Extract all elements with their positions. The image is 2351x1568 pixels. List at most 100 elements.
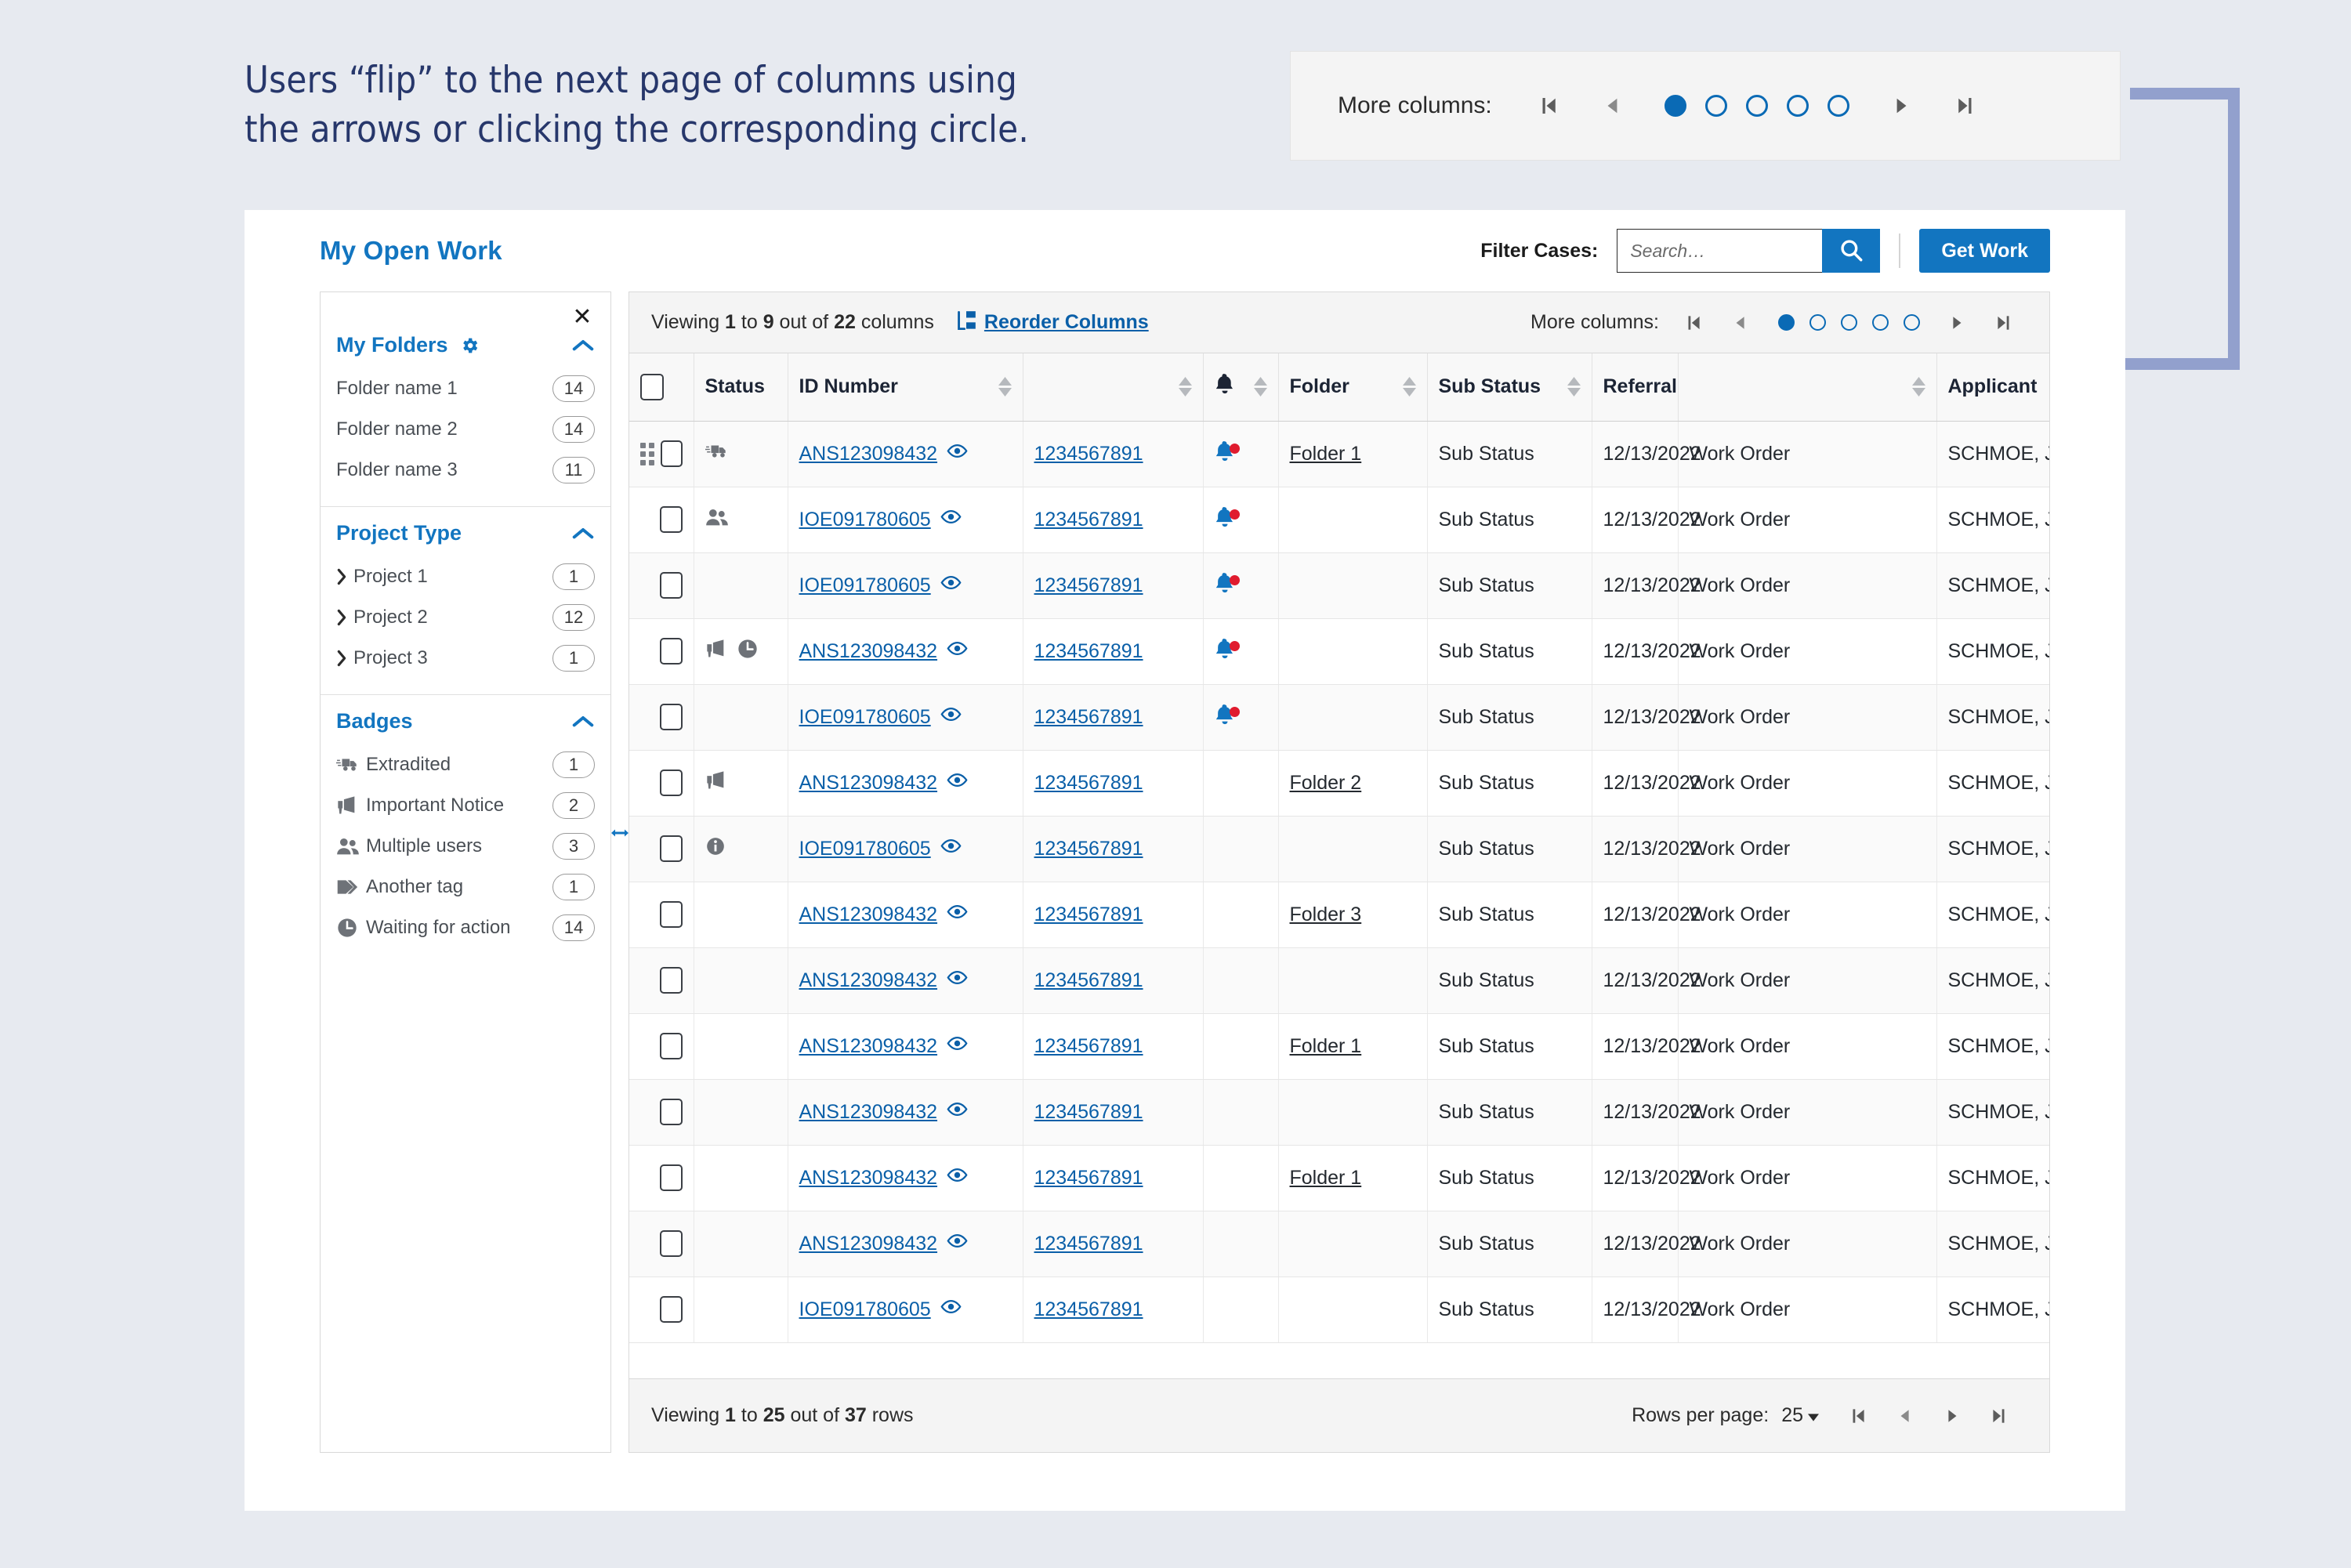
horizontal-resize-icon[interactable] [611,824,629,842]
column-header-id-number[interactable]: ID Number [788,353,1023,422]
column-header-sub-status[interactable]: Sub Status [1427,353,1592,422]
eye-icon[interactable] [947,1033,968,1059]
table-first-page-icon[interactable] [1676,306,1711,340]
sidebar-section-header-my-folders[interactable]: My Folders [336,292,595,368]
sort-icon[interactable] [998,377,1012,397]
eye-icon[interactable] [947,1099,968,1125]
chevron-up-icon[interactable] [571,526,595,541]
rows-prev-page-icon[interactable] [1886,1397,1924,1435]
sidebar-section-header-project-type[interactable]: Project Type [336,507,595,556]
rows-per-page-select[interactable]: 25 [1781,1404,1819,1427]
row-checkbox[interactable] [659,901,683,928]
eye-icon[interactable] [947,440,968,467]
close-icon[interactable]: ✕ [567,302,598,333]
table-row[interactable]: ANS123098432 1234567891 Folder 1 Sub Status… [629,1145,2049,1211]
eye-icon[interactable] [940,704,962,730]
table-row[interactable]: IOE091780605 1234567891 Sub Status 12/13/20… [629,487,2049,553]
table-row[interactable]: IOE091780605 1234567891 Sub Status 12/13/20… [629,816,2049,882]
eye-icon[interactable] [947,1230,968,1257]
case-id-link[interactable]: ANS123098432 [799,772,938,795]
get-work-button[interactable]: Get Work [1919,229,2050,273]
table-last-page-icon[interactable] [1987,306,2021,340]
row-checkbox[interactable] [659,1033,683,1059]
chevron-up-icon[interactable] [571,714,595,730]
eye-icon[interactable] [947,1164,968,1191]
case-id-link[interactable]: ANS123098432 [799,1167,938,1190]
row-checkbox[interactable] [659,967,683,994]
sort-icon[interactable] [1911,377,1925,397]
select-all-checkbox[interactable] [640,373,664,400]
row-checkbox[interactable] [661,440,683,467]
search-input[interactable] [1617,229,1823,273]
case-number-link[interactable]: 1234567891 [1034,904,1143,925]
case-id-link[interactable]: ANS123098432 [799,969,938,992]
case-id-link[interactable]: IOE091780605 [799,1298,931,1321]
folder-link[interactable]: Folder 2 [1290,772,1362,794]
eye-icon[interactable] [940,506,962,533]
folder-link[interactable]: Folder 1 [1290,443,1362,465]
callout-next-page-icon[interactable] [1879,84,1923,128]
table-row[interactable]: ANS123098432 1234567891 Sub Status 12/13/20… [629,618,2049,685]
row-checkbox[interactable] [659,835,683,862]
table-row[interactable]: ANS123098432 1234567891 Folder 1 Sub Status… [629,1013,2049,1080]
table-next-page-icon[interactable] [1940,306,1974,340]
table-row[interactable]: ANS123098432 1234567891 Folder 1 Sub Status… [629,421,2049,487]
case-number-link[interactable]: 1234567891 [1034,509,1143,531]
chevron-right-icon[interactable] [336,568,353,585]
sidebar-item-extradited[interactable]: Extradited 1 [336,744,595,785]
sidebar-item-project-3[interactable]: Project 3 1 [336,638,595,679]
case-number-link[interactable]: 1234567891 [1034,640,1143,662]
bell-icon[interactable] [1215,638,1240,664]
bell-icon[interactable] [1215,440,1240,467]
row-checkbox[interactable] [659,704,683,730]
sort-icon[interactable] [1253,377,1267,397]
case-number-link[interactable]: 1234567891 [1034,1101,1143,1123]
row-checkbox[interactable] [659,572,683,599]
table-row[interactable]: ANS123098432 1234567891 Folder 3 Sub Status… [629,882,2049,948]
table-row[interactable]: ANS123098432 1234567891 Sub Status 12/13/20… [629,1211,2049,1277]
table-page-dot-3[interactable] [1833,307,1864,339]
case-number-link[interactable]: 1234567891 [1034,1035,1143,1057]
grid-scroll-area[interactable]: Status ID Number Folder Sub Status Refer… [629,353,2049,1378]
row-checkbox[interactable] [659,1164,683,1191]
callout-page-dot-2[interactable] [1696,85,1737,126]
chevron-right-icon[interactable] [336,609,353,626]
case-id-link[interactable]: IOE091780605 [799,838,931,860]
table-row[interactable]: IOE091780605 1234567891 Sub Status 12/13/20… [629,1276,2049,1343]
sidebar-item-another-tag[interactable]: Another tag 1 [336,867,595,907]
case-number-link[interactable]: 1234567891 [1034,1298,1143,1320]
callout-prev-page-icon[interactable] [1591,84,1635,128]
table-page-dot-1[interactable] [1770,307,1802,339]
eye-icon[interactable] [940,572,962,599]
table-prev-page-icon[interactable] [1723,306,1758,340]
table-row[interactable]: ANS123098432 1234567891 Folder 2 Sub Status… [629,750,2049,817]
case-number-link[interactable]: 1234567891 [1034,838,1143,860]
sidebar-item-waiting-for-action[interactable]: Waiting for action 14 [336,907,595,948]
sort-icon[interactable] [1178,377,1192,397]
case-number-link[interactable]: 1234567891 [1034,1167,1143,1189]
sidebar-item-multiple-users[interactable]: Multiple users 3 [336,826,595,867]
case-number-link[interactable]: 1234567891 [1034,772,1143,794]
table-row[interactable]: IOE091780605 1234567891 Sub Status 12/13/20… [629,684,2049,751]
eye-icon[interactable] [947,967,968,994]
case-id-link[interactable]: IOE091780605 [799,706,931,729]
column-header-work-order[interactable] [1678,353,1937,422]
callout-page-dot-3[interactable] [1737,85,1777,126]
table-page-dot-5[interactable] [1896,307,1927,339]
table-page-dot-2[interactable] [1802,307,1833,339]
case-id-link[interactable]: ANS123098432 [799,904,938,926]
sidebar-item-project-1[interactable]: Project 1 1 [336,556,595,597]
folder-link[interactable]: Folder 1 [1290,1167,1362,1189]
column-header-alerts[interactable] [1203,353,1279,422]
bell-icon[interactable] [1215,506,1240,533]
column-header-folder[interactable]: Folder [1278,353,1428,422]
case-id-link[interactable]: ANS123098432 [799,1035,938,1058]
row-checkbox[interactable] [659,638,683,664]
column-header-applicant[interactable]: Applicant [1936,353,2049,422]
sidebar-item-important-notice[interactable]: Important Notice 2 [336,785,595,826]
column-header-referral[interactable]: Referral [1592,353,1679,422]
chevron-right-icon[interactable] [336,650,353,667]
callout-last-page-icon[interactable] [1943,84,1987,128]
case-number-link[interactable]: 1234567891 [1034,706,1143,728]
gear-icon[interactable] [459,335,480,356]
